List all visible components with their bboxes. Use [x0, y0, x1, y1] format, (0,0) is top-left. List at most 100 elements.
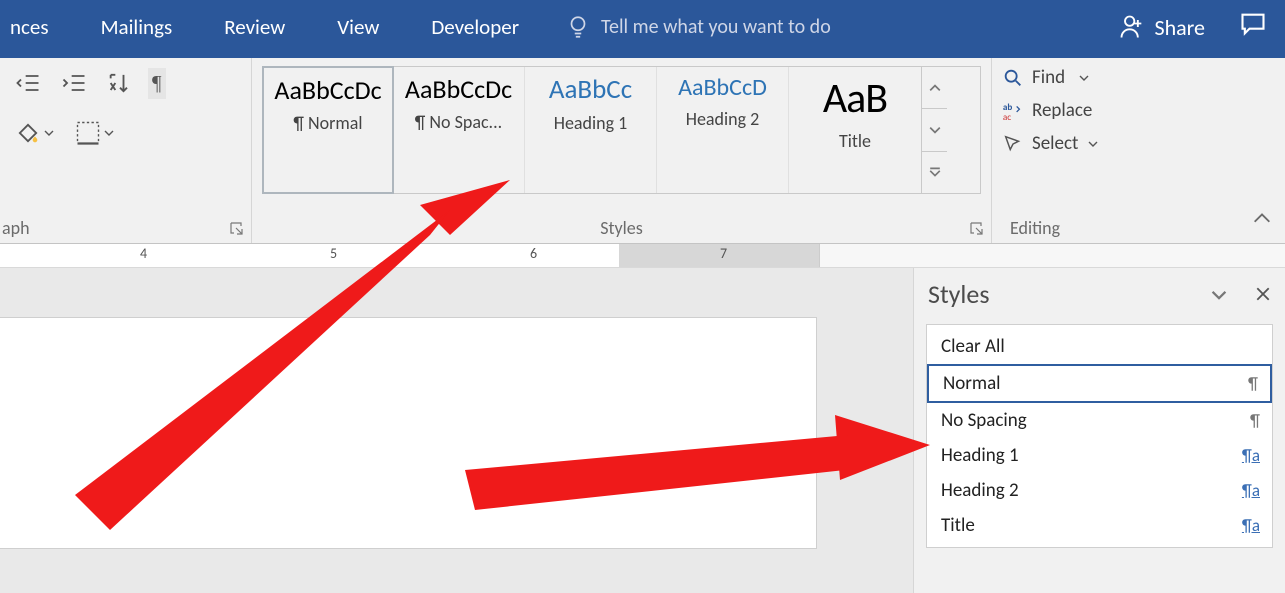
increase-indent-button[interactable] — [56, 66, 92, 100]
replace-label: Replace — [1032, 99, 1092, 122]
pane-item-symbol: ¶a — [1242, 445, 1260, 466]
editing-group-label: Editing — [992, 217, 1285, 239]
ruler-mark-4: 4 — [140, 245, 147, 262]
share-button[interactable]: Share — [1118, 13, 1205, 41]
styles-group-label: Styles — [252, 217, 991, 239]
tell-me-placeholder: Tell me what you want to do — [601, 15, 831, 39]
tell-me-search[interactable]: Tell me what you want to do — [565, 0, 831, 40]
styles-pane: Styles Clear All Normal ¶ No Spacing ¶ H… — [913, 268, 1285, 593]
collapse-ribbon-button[interactable] — [1251, 208, 1273, 235]
gallery-scroll-down[interactable] — [922, 109, 947, 151]
gallery-scroll — [921, 67, 947, 193]
find-button[interactable]: Find — [1002, 66, 1275, 89]
launcher-icon — [969, 221, 985, 237]
gallery-expand[interactable] — [922, 152, 947, 193]
pane-item-no-spacing[interactable]: No Spacing ¶ — [927, 403, 1272, 438]
gallery-tiles: AaBbCcDc ¶ Normal AaBbCcDc ¶ No Spac... … — [263, 67, 921, 193]
styles-pane-menu[interactable] — [1211, 278, 1227, 310]
styles-pane-list: Clear All Normal ¶ No Spacing ¶ Heading … — [926, 324, 1273, 548]
pane-item-label: Heading 1 — [941, 444, 1019, 467]
borders-split-button[interactable] — [70, 116, 118, 150]
select-button[interactable]: Select — [1002, 132, 1275, 155]
document-canvas[interactable] — [0, 268, 913, 593]
pane-item-heading2[interactable]: Heading 2 ¶a — [927, 473, 1272, 508]
ribbon-tabs: nces Mailings Review View Developer Tell… — [0, 0, 1285, 58]
ruler-mark-6: 6 — [530, 245, 537, 262]
style-tile-nospacing[interactable]: AaBbCcDc ¶ No Spac... — [393, 67, 525, 193]
style-tile-normal[interactable]: AaBbCcDc ¶ Normal — [262, 66, 394, 194]
paragraph-dialog-launcher[interactable] — [229, 221, 245, 237]
tab-references[interactable]: nces — [0, 0, 75, 40]
replace-icon: abac — [1002, 100, 1024, 122]
document-page[interactable] — [0, 318, 816, 548]
paint-bucket-icon — [14, 119, 42, 147]
share-person-icon — [1118, 13, 1146, 41]
pane-item-symbol: ¶ — [1250, 410, 1260, 431]
decrease-indent-button[interactable] — [10, 66, 46, 100]
pane-item-clear-all[interactable]: Clear All — [927, 329, 1272, 364]
pilcrow-icon: ¶ — [152, 71, 162, 96]
pane-item-label: Normal — [943, 372, 1001, 395]
pane-item-label: Heading 2 — [941, 479, 1019, 502]
pane-item-heading1[interactable]: Heading 1 ¶a — [927, 438, 1272, 473]
pane-item-label: Title — [941, 514, 975, 537]
tab-view[interactable]: View — [311, 0, 405, 40]
pane-item-symbol: ¶a — [1242, 515, 1260, 536]
pane-item-symbol: ¶a — [1242, 480, 1260, 501]
style-sample: AaBbCcDc — [397, 73, 520, 105]
find-icon — [1002, 67, 1024, 89]
select-label: Select — [1032, 132, 1078, 155]
main-area: Styles Clear All Normal ¶ No Spacing ¶ H… — [0, 268, 1285, 593]
pane-item-normal[interactable]: Normal ¶ — [927, 364, 1272, 403]
paragraph-group-label: aph — [0, 217, 251, 239]
fill-split-button[interactable] — [10, 116, 58, 150]
ruler-mark-7: 7 — [720, 245, 727, 262]
styles-pane-header: Styles — [914, 268, 1285, 316]
gallery-scroll-up[interactable] — [922, 67, 947, 109]
style-sample: AaB — [793, 73, 917, 124]
styles-pane-close[interactable] — [1255, 281, 1271, 308]
tab-developer[interactable]: Developer — [405, 0, 545, 40]
decrease-indent-icon — [14, 69, 42, 97]
style-tile-heading2[interactable]: AaBbCcD Heading 2 — [657, 67, 789, 193]
style-tile-title[interactable]: AaB Title — [789, 67, 921, 193]
svg-text:ac: ac — [1003, 112, 1011, 122]
select-cursor-icon — [1002, 133, 1024, 155]
pane-item-symbol: ¶ — [1248, 373, 1258, 394]
comments-button[interactable] — [1239, 10, 1267, 44]
chevron-down-icon — [1079, 73, 1089, 83]
chevron-down-icon — [929, 124, 941, 136]
pane-item-label: Clear All — [941, 335, 1005, 358]
ruler-mark-5: 5 — [330, 245, 337, 262]
tab-review[interactable]: Review — [198, 0, 311, 40]
chevron-down-icon — [1088, 139, 1098, 149]
borders-icon — [74, 119, 102, 147]
style-sample: AaBbCcD — [661, 73, 784, 102]
style-tile-heading1[interactable]: AaBbCc Heading 1 — [525, 67, 657, 193]
expand-icon — [929, 166, 941, 178]
tab-mailings[interactable]: Mailings — [75, 0, 199, 40]
style-label: ¶ No Spac... — [397, 111, 520, 133]
style-label: Heading 2 — [661, 108, 784, 130]
editing-group: Find abac Replace Select Editing — [992, 58, 1285, 243]
sort-button[interactable] — [102, 66, 138, 100]
launcher-icon — [229, 221, 245, 237]
sort-icon — [106, 69, 134, 97]
find-label: Find — [1032, 66, 1065, 89]
chevron-down-icon — [44, 128, 54, 138]
paragraph-group: ¶ aph — [0, 58, 252, 243]
styles-pane-title: Styles — [928, 278, 990, 310]
show-pilcrow-button[interactable]: ¶ — [148, 68, 166, 99]
style-label: Heading 1 — [529, 112, 652, 134]
share-label: Share — [1154, 14, 1205, 41]
pane-item-title[interactable]: Title ¶a — [927, 508, 1272, 543]
pane-item-label: No Spacing — [941, 409, 1027, 432]
chevron-up-icon — [929, 82, 941, 94]
styles-dialog-launcher[interactable] — [969, 221, 985, 237]
style-label: Title — [793, 130, 917, 152]
share-zone: Share — [1118, 10, 1267, 44]
styles-group: AaBbCcDc ¶ Normal AaBbCcDc ¶ No Spac... … — [252, 58, 992, 243]
ruler[interactable]: 4 5 6 7 — [0, 244, 1285, 268]
comment-icon — [1239, 10, 1267, 38]
replace-button[interactable]: abac Replace — [1002, 99, 1275, 122]
